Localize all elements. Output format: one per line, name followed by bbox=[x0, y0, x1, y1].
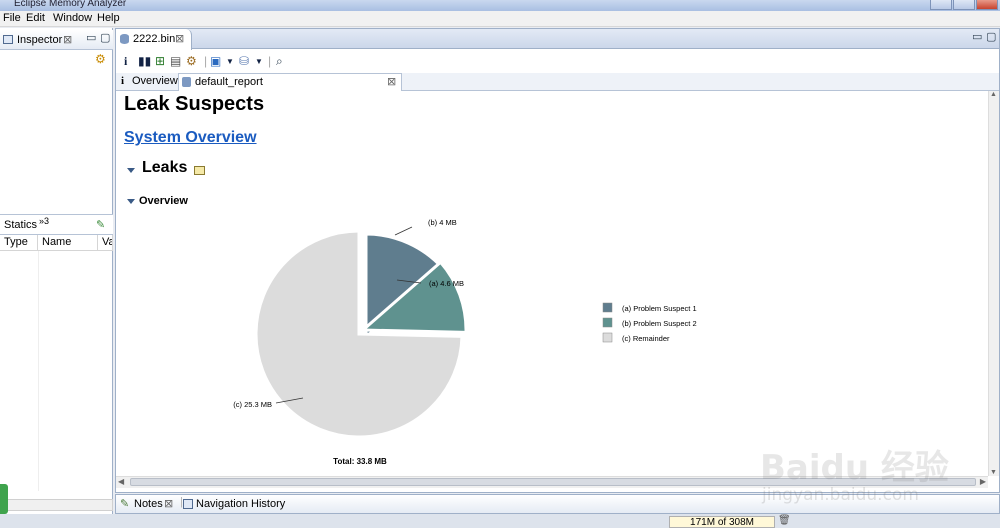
tab-navigation-history[interactable]: Navigation History bbox=[196, 498, 285, 510]
menu-bar: File Edit Window Help bbox=[0, 11, 1000, 27]
inspector-tab-bar: Inspector ⊠ ▭ ▢ bbox=[0, 30, 113, 50]
watermark-logo: Baidu 经验 bbox=[760, 448, 949, 488]
minimize-view-icon[interactable]: ▭ bbox=[86, 31, 96, 44]
minimize-button[interactable] bbox=[930, 0, 952, 10]
close-button[interactable] bbox=[976, 0, 998, 10]
thread-overview-icon[interactable]: ⚙ bbox=[186, 54, 197, 68]
report-content: Leak Suspects System Overview Leaks Over… bbox=[116, 91, 988, 476]
maximize-button[interactable] bbox=[953, 0, 975, 10]
heap-dump-icon bbox=[120, 34, 129, 44]
tab-statics[interactable]: Statics bbox=[4, 219, 37, 231]
chart-total-label: Total: 33.8 MB bbox=[333, 457, 387, 466]
tab-default-report[interactable]: default_report org.eclipse.mat.api:suspe… bbox=[178, 73, 402, 105]
status-bar: 171M of 308M 🗑 bbox=[0, 514, 1000, 528]
statics-view: Statics »3 ✎ Type Name Va bbox=[0, 214, 113, 514]
statics-tab-bar: Statics »3 ✎ bbox=[0, 215, 113, 235]
slice-label: (a) 4.6 MB bbox=[429, 279, 464, 288]
leaks-heading: Leaks bbox=[142, 159, 188, 176]
overview-subheading: Overview bbox=[139, 195, 188, 207]
navigation-history-icon bbox=[183, 499, 193, 509]
close-icon[interactable]: ⊠ bbox=[387, 74, 396, 91]
collapse-icon[interactable] bbox=[127, 168, 135, 173]
menu-help[interactable]: Help bbox=[97, 12, 120, 24]
vertical-scrollbar[interactable]: ▲ ▼ bbox=[988, 91, 999, 476]
run-report-icon[interactable]: ▣ bbox=[210, 54, 221, 68]
scroll-down-icon[interactable]: ▼ bbox=[990, 469, 997, 476]
legend-swatch bbox=[602, 332, 613, 343]
menu-file[interactable]: File bbox=[3, 12, 21, 24]
editor-toolbar: i ▮▮ ⊞ ▤ ⚙ | ▣ ▼ ⛁ ▼ | ⌕ bbox=[116, 50, 999, 72]
collapse-icon[interactable] bbox=[127, 199, 135, 204]
chevron-down-icon[interactable]: ▼ bbox=[226, 57, 234, 66]
system-overview-link[interactable]: System Overview bbox=[124, 129, 257, 147]
left-panel: Inspector ⊠ ▭ ▢ ⚙ Statics »3 ✎ Type Name… bbox=[0, 28, 113, 514]
editor-tab-label: 2222.bin bbox=[133, 33, 176, 45]
dominator-tree-icon[interactable]: ⊞ bbox=[155, 54, 165, 68]
chevron-down-icon[interactable]: ▼ bbox=[255, 57, 263, 66]
column-header-value[interactable]: Va bbox=[98, 235, 113, 251]
notes-icon: ✎ bbox=[120, 498, 130, 510]
watermark-url: jingyan.baidu.com bbox=[762, 485, 919, 505]
legend-entry: (c) Remainder bbox=[622, 334, 670, 343]
inspector-icon bbox=[3, 35, 13, 44]
search-icon[interactable]: ⌕ bbox=[276, 54, 283, 69]
scroll-up-icon[interactable]: ▲ bbox=[990, 91, 997, 98]
close-icon[interactable]: ⊠ bbox=[175, 32, 184, 45]
column-header-type[interactable]: Type bbox=[0, 235, 38, 251]
leader-line bbox=[394, 226, 413, 236]
info-icon[interactable]: i bbox=[124, 54, 127, 69]
legend-entry: (b) Problem Suspect 2 bbox=[622, 319, 697, 328]
toolbar-separator: | bbox=[204, 54, 208, 68]
maximize-view-icon[interactable]: ▢ bbox=[100, 31, 110, 44]
pie-chart: (a) 4.6 MB (b) 4 MB (c) 25.3 MB (a) Proble… bbox=[233, 218, 697, 466]
heap-status: 171M of 308M bbox=[669, 516, 775, 528]
editor-tab[interactable]: 2222.bin ⊠ bbox=[116, 29, 192, 50]
histogram-icon[interactable]: ▮▮ bbox=[138, 54, 151, 68]
legend-swatch bbox=[602, 317, 613, 328]
slice-label: (b) 4 MB bbox=[428, 218, 457, 227]
column-divider bbox=[38, 251, 39, 491]
tab-notes[interactable]: Notes bbox=[134, 498, 163, 510]
page-title: Leak Suspects bbox=[124, 93, 265, 115]
tab-inspector[interactable]: Inspector bbox=[17, 34, 62, 46]
close-icon[interactable]: ⊠ bbox=[63, 33, 72, 46]
info-icon: i bbox=[121, 75, 125, 87]
garbage-collect-icon[interactable]: 🗑 bbox=[778, 515, 791, 526]
pin-icon[interactable]: ✎ bbox=[96, 218, 105, 231]
maximize-view-icon[interactable]: ▢ bbox=[986, 30, 996, 43]
legend-swatch bbox=[602, 302, 613, 313]
pin-icon[interactable]: ⚙ bbox=[95, 52, 106, 66]
title-bar: Eclipse Memory Analyzer bbox=[0, 0, 1000, 11]
menu-edit[interactable]: Edit bbox=[26, 12, 45, 24]
status-indicator bbox=[0, 484, 8, 514]
column-header-name[interactable]: Name bbox=[38, 235, 98, 251]
oql-icon[interactable]: ▤ bbox=[170, 54, 181, 68]
horizontal-scrollbar[interactable] bbox=[0, 499, 113, 511]
minimize-view-icon[interactable]: ▭ bbox=[972, 30, 982, 43]
tab-overview-label: Overview bbox=[132, 75, 178, 87]
scroll-left-icon[interactable]: ◀ bbox=[118, 477, 124, 486]
tab-overview[interactable]: i Overview bbox=[116, 73, 178, 91]
editor-tab-bar: 2222.bin ⊠ ▭ ▢ bbox=[116, 29, 999, 50]
scroll-right-icon[interactable]: ▶ bbox=[980, 477, 986, 486]
slice-label: (c) 25.3 MB bbox=[233, 400, 272, 409]
menu-window[interactable]: Window bbox=[53, 12, 92, 24]
overflow-tabs[interactable]: »3 bbox=[39, 216, 49, 226]
report-tabs: i Overview default_report org.eclipse.ma… bbox=[116, 73, 999, 105]
editor-area: 2222.bin ⊠ ▭ ▢ i ▮▮ ⊞ ▤ ⚙ | ▣ ▼ ⛁ ▼ | ⌕ … bbox=[115, 28, 1000, 493]
toolbar-separator: | bbox=[268, 54, 272, 68]
details-icon[interactable] bbox=[194, 166, 205, 175]
close-icon[interactable]: ⊠ bbox=[164, 497, 173, 510]
legend-entry: (a) Problem Suspect 1 bbox=[622, 304, 697, 313]
query-browser-icon[interactable]: ⛁ bbox=[239, 54, 249, 68]
window-title: Eclipse Memory Analyzer bbox=[14, 0, 127, 9]
report-icon bbox=[182, 77, 191, 87]
